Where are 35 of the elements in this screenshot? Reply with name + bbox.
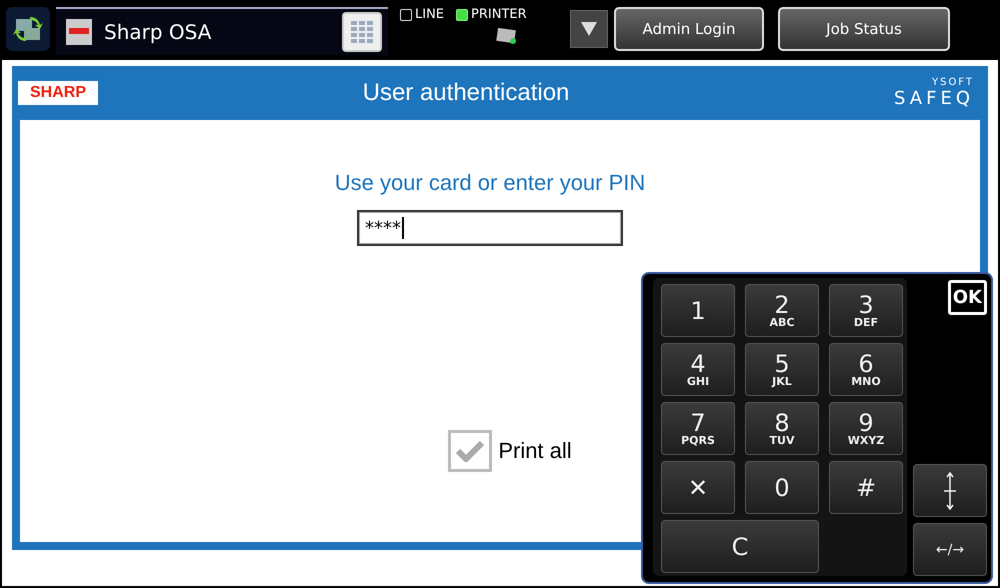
keypad-key[interactable]: 1 [661, 284, 735, 337]
app-switch-icon[interactable] [6, 7, 50, 51]
keypad-key[interactable]: 8 TUV [745, 402, 819, 455]
app-title: Sharp OSA [104, 20, 212, 44]
keypad-key[interactable]: 3 DEF [829, 284, 903, 337]
keypad-key[interactable]: # [829, 461, 903, 514]
printer-icon [496, 27, 518, 45]
pin-field[interactable]: **** [357, 210, 623, 246]
caret-icon [581, 22, 597, 36]
indicator-label: PRINTER [471, 7, 527, 22]
ok-button[interactable]: OK [948, 280, 987, 315]
keypad-key[interactable]: 9 WXYZ [829, 402, 903, 455]
keypad-key[interactable]: 4 GHI [661, 343, 735, 396]
keypad-key[interactable]: 7 PQRS [661, 402, 735, 455]
dialog-title: User authentication [362, 79, 570, 107]
osa-logo-icon [66, 19, 92, 45]
checkmark-icon [456, 440, 484, 462]
keypad-key[interactable]: 5 JKL [745, 343, 819, 396]
cursor-key[interactable] [913, 464, 987, 517]
prompt-text: Use your card or enter your PIN [334, 170, 646, 196]
brand-logo: SHARP [18, 81, 98, 105]
keypad-key[interactable]: ✕ [661, 461, 735, 514]
indicator-label: LINE [415, 7, 444, 22]
keypad-key[interactable]: 6 MNO [829, 343, 903, 396]
admin-login-button[interactable]: Admin Login [614, 7, 764, 51]
cursor-key[interactable]: ←/→ [913, 523, 987, 576]
keypad-key[interactable]: 2 ABC [745, 284, 819, 337]
vendor-tagline: YSOFT [932, 77, 974, 88]
job-status-button[interactable]: Job Status [778, 7, 950, 51]
print-all-label: Print all [498, 438, 572, 464]
keypad-key[interactable]: C [661, 520, 819, 573]
keypad-key[interactable]: 0 [745, 461, 819, 514]
dropdown-button[interactable] [570, 10, 608, 48]
vertical-arrow-icon [943, 470, 957, 510]
vendor-logo: SAFEQ [894, 88, 974, 109]
